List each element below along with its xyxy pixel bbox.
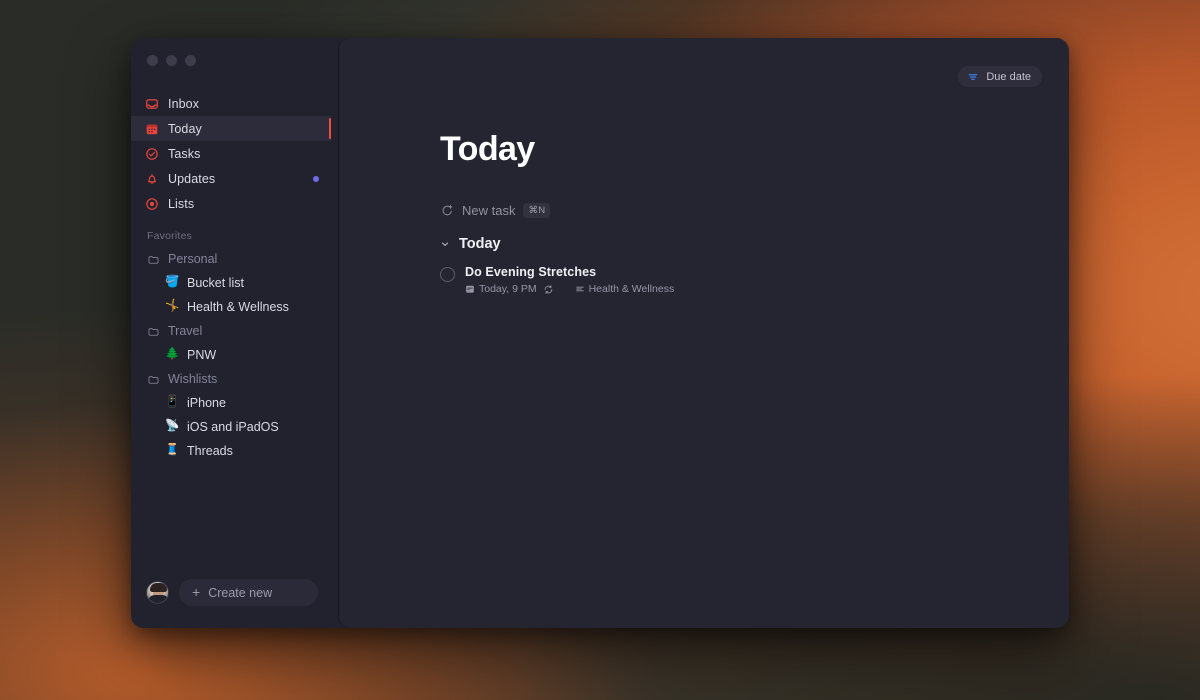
avatar[interactable]	[146, 581, 169, 604]
sidebar-item-bucket-list[interactable]: 🪣 Bucket list	[131, 271, 331, 295]
folder-icon	[146, 252, 160, 266]
mobile-phone-emoji-icon: 📱	[165, 396, 180, 409]
sidebar-child-label: Health & Wellness	[187, 300, 289, 314]
main-panel: Due date Today New task ⌘N Today Do Even…	[339, 38, 1069, 628]
sidebar-item-inbox[interactable]: Inbox	[131, 91, 331, 116]
updates-unread-dot	[313, 175, 319, 182]
sidebar-item-label: Updates	[168, 171, 216, 186]
sidebar-item-tasks[interactable]: Tasks	[131, 141, 331, 166]
list-lines-icon	[575, 284, 585, 294]
sidebar-group-label: Travel	[168, 324, 203, 338]
sidebar-child-label: Bucket list	[187, 276, 244, 290]
task-due-label: Today, 9 PM	[479, 283, 537, 295]
inbox-icon	[145, 97, 159, 111]
sidebar-child-label: iOS and iPadOS	[187, 420, 279, 434]
chevron-down-icon[interactable]	[440, 237, 450, 251]
task-list: Do Evening Stretches Today, 9 PM Health …	[440, 264, 1039, 295]
sidebar-item-label: Inbox	[168, 96, 200, 111]
sidebar-group-wishlists[interactable]: Wishlists	[131, 367, 331, 391]
sidebar-child-label: iPhone	[187, 396, 226, 410]
folder-icon	[146, 324, 160, 338]
bell-icon	[145, 172, 159, 186]
thread-spool-emoji-icon: 🧵	[165, 444, 180, 457]
avatar-shoulders	[148, 595, 168, 603]
satellite-antenna-emoji-icon: 📡	[165, 420, 180, 433]
sidebar-nav: Inbox Today Tasks Updates Lists	[131, 78, 331, 216]
calendar-icon	[145, 122, 159, 136]
task-list-chunk[interactable]: Health & Wellness	[575, 283, 675, 295]
sidebar-item-label: Tasks	[168, 146, 201, 161]
task-checkbox[interactable]	[440, 267, 455, 282]
close-button[interactable]	[147, 55, 158, 66]
sidebar-item-today[interactable]: Today	[131, 116, 331, 141]
task-list-label: Health & Wellness	[588, 283, 675, 295]
sidebar-group-label: Wishlists	[168, 372, 218, 386]
check-circle-icon	[145, 147, 159, 161]
new-task-label: New task	[462, 203, 516, 218]
folder-icon	[146, 372, 160, 386]
create-new-button[interactable]: + Create new	[179, 579, 318, 606]
page-title: Today	[440, 130, 535, 168]
repeat-icon[interactable]	[543, 284, 554, 295]
sidebar-item-ios-and-ipados[interactable]: 📡 iOS and iPadOS	[131, 415, 331, 439]
sidebar-item-pnw[interactable]: 🌲 PNW	[131, 343, 331, 367]
due-date-sort-button[interactable]: Due date	[958, 66, 1042, 87]
sidebar-item-iphone[interactable]: 📱 iPhone	[131, 391, 331, 415]
task-group-label: Today	[459, 236, 501, 252]
window-controls	[131, 38, 331, 78]
minimize-button[interactable]	[166, 55, 177, 66]
plus-icon: +	[192, 584, 201, 600]
sidebar-item-threads[interactable]: 🧵 Threads	[131, 439, 331, 463]
person-lifting-emoji-icon: 🤸	[165, 300, 180, 313]
task-group-header-today[interactable]: Today	[440, 236, 501, 252]
task-due-chunk[interactable]: Today, 9 PM	[465, 283, 537, 295]
bucket-emoji-icon: 🪣	[165, 276, 180, 289]
create-new-label: Create new	[208, 585, 273, 600]
sidebar-group-travel[interactable]: Travel	[131, 319, 331, 343]
circle-plus-icon	[440, 204, 454, 218]
sidebar-item-label: Lists	[168, 196, 195, 211]
sidebar-item-lists[interactable]: Lists	[131, 191, 331, 216]
sidebar-item-health-wellness[interactable]: 🤸 Health & Wellness	[131, 295, 331, 319]
sidebar-item-updates[interactable]: Updates	[131, 166, 331, 191]
task-title: Do Evening Stretches	[465, 265, 597, 279]
sidebar: Inbox Today Tasks Updates Lists Favorite…	[131, 38, 331, 628]
sidebar-footer: + Create new	[131, 579, 331, 628]
target-circle-icon	[145, 197, 159, 211]
new-task-shortcut: ⌘N	[523, 203, 551, 218]
calendar-icon	[465, 284, 475, 294]
sidebar-item-label: Today	[168, 121, 202, 136]
avatar-hair	[150, 583, 167, 592]
sidebar-group-label: Personal	[168, 252, 218, 266]
new-task-button[interactable]: New task ⌘N	[440, 203, 551, 218]
sort-filter-icon	[966, 70, 980, 84]
sidebar-child-label: Threads	[187, 444, 233, 458]
selected-accent-bar	[329, 118, 331, 139]
sidebar-group-personal[interactable]: Personal	[131, 247, 331, 271]
sidebar-section-favorites: Favorites	[147, 230, 192, 242]
evergreen-tree-emoji-icon: 🌲	[165, 348, 180, 361]
app-window: Inbox Today Tasks Updates Lists Favorite…	[131, 38, 1069, 628]
sidebar-child-label: PNW	[187, 348, 217, 362]
zoom-button[interactable]	[185, 55, 196, 66]
due-date-label: Due date	[986, 70, 1031, 83]
task-row[interactable]: Do Evening Stretches Today, 9 PM Health …	[440, 264, 1039, 295]
task-metadata: Today, 9 PM Health & Wellness	[465, 283, 674, 295]
